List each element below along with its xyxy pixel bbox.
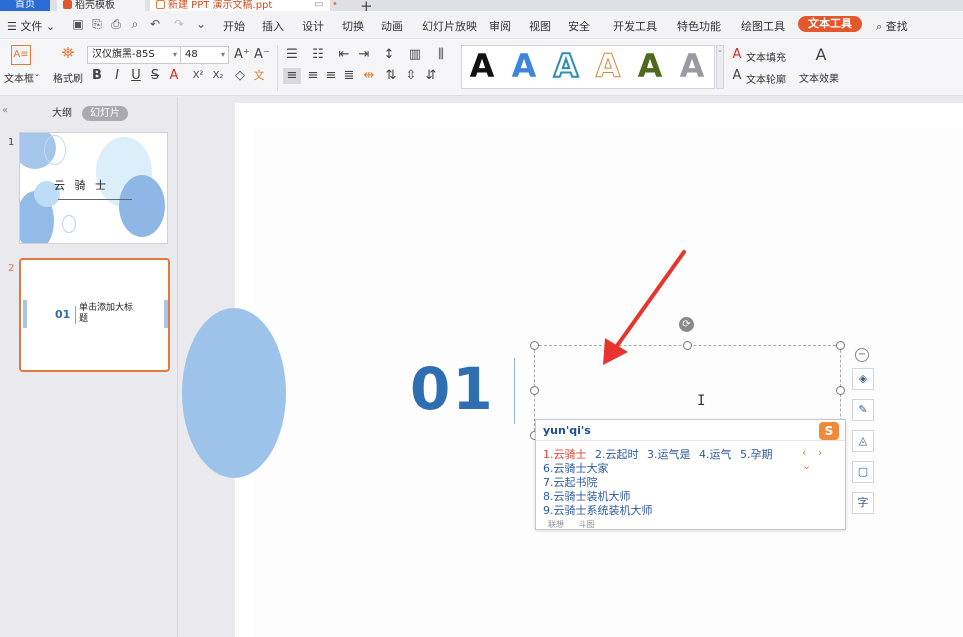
annotation-arrow [603,250,686,365]
arrow-shaft [612,250,686,352]
arrow-head [603,338,628,365]
